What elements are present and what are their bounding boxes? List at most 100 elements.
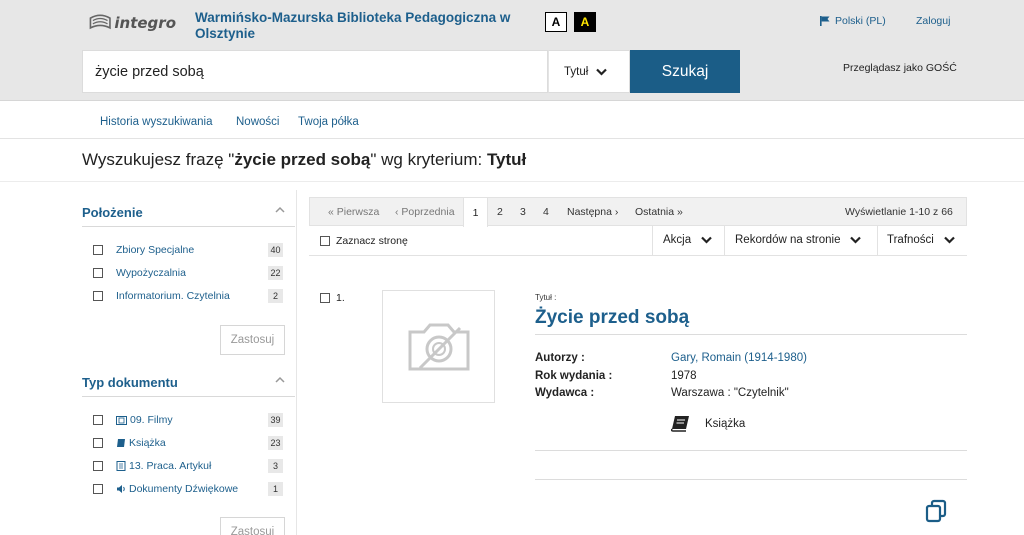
facet-item-location[interactable]: Wypożyczalnia 22 bbox=[93, 265, 283, 281]
facet-item-doc-type[interactable]: 09. Filmy 39 bbox=[93, 412, 283, 428]
pager-first[interactable]: « Pierwsza bbox=[328, 206, 379, 218]
facet-item-label: 09. Filmy bbox=[130, 414, 173, 426]
action-label: Akcja bbox=[663, 234, 692, 246]
divider bbox=[535, 334, 967, 335]
mark-page-checkbox[interactable]: Zaznacz stronę bbox=[320, 235, 408, 247]
results-toolbar: Zaznacz stronę Akcja Rekordów na stronie… bbox=[309, 226, 967, 256]
facet-item-label: 13. Praca. Artykuł bbox=[129, 460, 212, 472]
facet-title-doc-type[interactable]: Typ dokumentu bbox=[82, 375, 178, 390]
sidebar-divider bbox=[296, 190, 297, 535]
record-thumbnail[interactable] bbox=[382, 290, 495, 403]
year-value: 1978 bbox=[671, 370, 697, 382]
facet-checkbox[interactable] bbox=[93, 484, 103, 494]
facet-item-label[interactable]: Informatorium. Czytelnia bbox=[116, 290, 230, 302]
search-button[interactable]: Szukaj bbox=[630, 50, 740, 93]
facet-divider bbox=[82, 226, 295, 227]
chevron-down-icon bbox=[596, 68, 608, 76]
pager-page[interactable]: 4 bbox=[543, 206, 549, 218]
nav-new-items[interactable]: Nowości bbox=[236, 116, 279, 128]
facet-count: 3 bbox=[268, 459, 283, 473]
title-label: Tytuł : bbox=[535, 293, 557, 302]
record-number: 1. bbox=[336, 292, 345, 304]
facet-item-doc-type[interactable]: Książka 23 bbox=[93, 435, 283, 451]
article-icon bbox=[116, 461, 126, 471]
pager-page[interactable]: 3 bbox=[520, 206, 526, 218]
apply-doc-type-button[interactable]: Zastosuj bbox=[220, 517, 285, 535]
facet-count: 1 bbox=[268, 482, 283, 496]
query-phrase: życie przed sobą bbox=[234, 150, 371, 169]
search-criterion-select[interactable]: Tytuł bbox=[548, 50, 630, 93]
chevron-up-icon[interactable] bbox=[275, 374, 285, 386]
publisher-label: Wydawca : bbox=[535, 387, 595, 399]
facet-item-doc-type[interactable]: 13. Praca. Artykuł 3 bbox=[93, 458, 283, 474]
chevron-up-icon[interactable] bbox=[275, 204, 285, 216]
sort-label: Trafności bbox=[887, 234, 934, 246]
facet-title-location[interactable]: Położenie bbox=[82, 205, 143, 220]
facet-item-label[interactable]: Wypożyczalnia bbox=[116, 267, 186, 279]
sort-dropdown[interactable]: Trafności bbox=[887, 234, 955, 246]
record-type-label: Książka bbox=[705, 417, 746, 430]
language-selector[interactable]: Polski (PL) bbox=[820, 15, 886, 27]
per-page-dropdown[interactable]: Rekordów na stronie bbox=[735, 234, 862, 246]
record-checkbox[interactable] bbox=[320, 293, 330, 303]
language-label: Polski (PL) bbox=[835, 15, 886, 27]
facet-item-location[interactable]: Informatorium. Czytelnia 2 bbox=[93, 288, 283, 304]
pager-page-current[interactable]: 1 bbox=[463, 197, 488, 227]
facet-item-label: Książka bbox=[129, 437, 166, 449]
facet-item-location[interactable]: Zbiory Specjalne 40 bbox=[93, 242, 283, 258]
contrast-high-button[interactable]: A bbox=[574, 12, 596, 32]
facet-checkbox[interactable] bbox=[93, 268, 103, 278]
facet-item-doc-type-label[interactable]: 13. Praca. Artykuł bbox=[116, 460, 211, 472]
login-link[interactable]: Zaloguj bbox=[916, 15, 950, 27]
library-name[interactable]: Warmińsko-Mazurska Biblioteka Pedagogicz… bbox=[195, 10, 515, 42]
divider bbox=[0, 181, 1024, 182]
guest-status: Przeglądasz jako GOŚĆ bbox=[843, 62, 957, 74]
audio-icon bbox=[117, 485, 125, 493]
logo-text: integro bbox=[114, 14, 176, 32]
facet-checkbox[interactable] bbox=[93, 415, 103, 425]
facet-checkbox[interactable] bbox=[93, 461, 103, 471]
facet-count: 39 bbox=[268, 413, 283, 427]
year-label: Rok wydania : bbox=[535, 370, 613, 382]
flag-icon bbox=[820, 16, 830, 26]
pager-last[interactable]: Ostatnia » bbox=[635, 206, 683, 218]
chevron-down-icon bbox=[944, 236, 955, 244]
facet-checkbox[interactable] bbox=[93, 438, 103, 448]
apply-location-button[interactable]: Zastosuj bbox=[220, 325, 285, 355]
divider bbox=[652, 226, 653, 256]
pager-next[interactable]: Następna › bbox=[567, 206, 618, 218]
book-icon bbox=[117, 439, 125, 447]
pager-page[interactable]: 2 bbox=[497, 206, 503, 218]
nav-your-shelf[interactable]: Twoja półka bbox=[298, 116, 359, 128]
results-count: Wyświetlanie 1-10 z 66 bbox=[845, 206, 953, 218]
header: integro Warmińsko-Mazurska Biblioteka Pe… bbox=[0, 0, 1024, 101]
facet-checkbox[interactable] bbox=[93, 291, 103, 301]
logo-icon bbox=[89, 14, 111, 30]
authors-link[interactable]: Gary, Romain (1914-1980) bbox=[671, 352, 807, 364]
chevron-down-icon bbox=[850, 236, 862, 244]
record-title[interactable]: Życie przed sobą bbox=[535, 307, 689, 329]
facet-item-doc-type-label[interactable]: 09. Filmy bbox=[116, 414, 173, 426]
copy-icon[interactable] bbox=[924, 499, 948, 528]
facet-item-doc-type-label[interactable]: Książka bbox=[116, 437, 166, 449]
main-nav: Historia wyszukiwania Nowości Twoja półk… bbox=[0, 101, 1024, 139]
integro-logo[interactable]: integro bbox=[88, 9, 176, 37]
per-page-label: Rekordów na stronie bbox=[735, 234, 841, 246]
facet-count: 40 bbox=[268, 243, 283, 257]
chevron-down-icon bbox=[701, 236, 712, 244]
contrast-normal-button[interactable]: A bbox=[545, 12, 567, 32]
record-select[interactable]: 1. bbox=[320, 292, 345, 304]
nav-search-history[interactable]: Historia wyszukiwania bbox=[100, 116, 212, 128]
facet-item-label[interactable]: Zbiory Specjalne bbox=[116, 244, 194, 256]
action-dropdown[interactable]: Akcja bbox=[663, 234, 712, 246]
authors-label: Autorzy : bbox=[535, 352, 585, 364]
pager-prev[interactable]: ‹ Poprzednia bbox=[395, 206, 455, 218]
checkbox[interactable] bbox=[320, 236, 330, 246]
facet-divider bbox=[82, 396, 295, 397]
facet-item-doc-type-label[interactable]: Dokumenty Dźwiękowe bbox=[116, 483, 238, 495]
divider bbox=[535, 450, 967, 451]
facet-checkbox[interactable] bbox=[93, 245, 103, 255]
search-input[interactable]: życie przed sobą bbox=[82, 50, 548, 93]
divider bbox=[877, 226, 878, 256]
facet-item-doc-type[interactable]: Dokumenty Dźwiękowe 1 bbox=[93, 481, 283, 497]
